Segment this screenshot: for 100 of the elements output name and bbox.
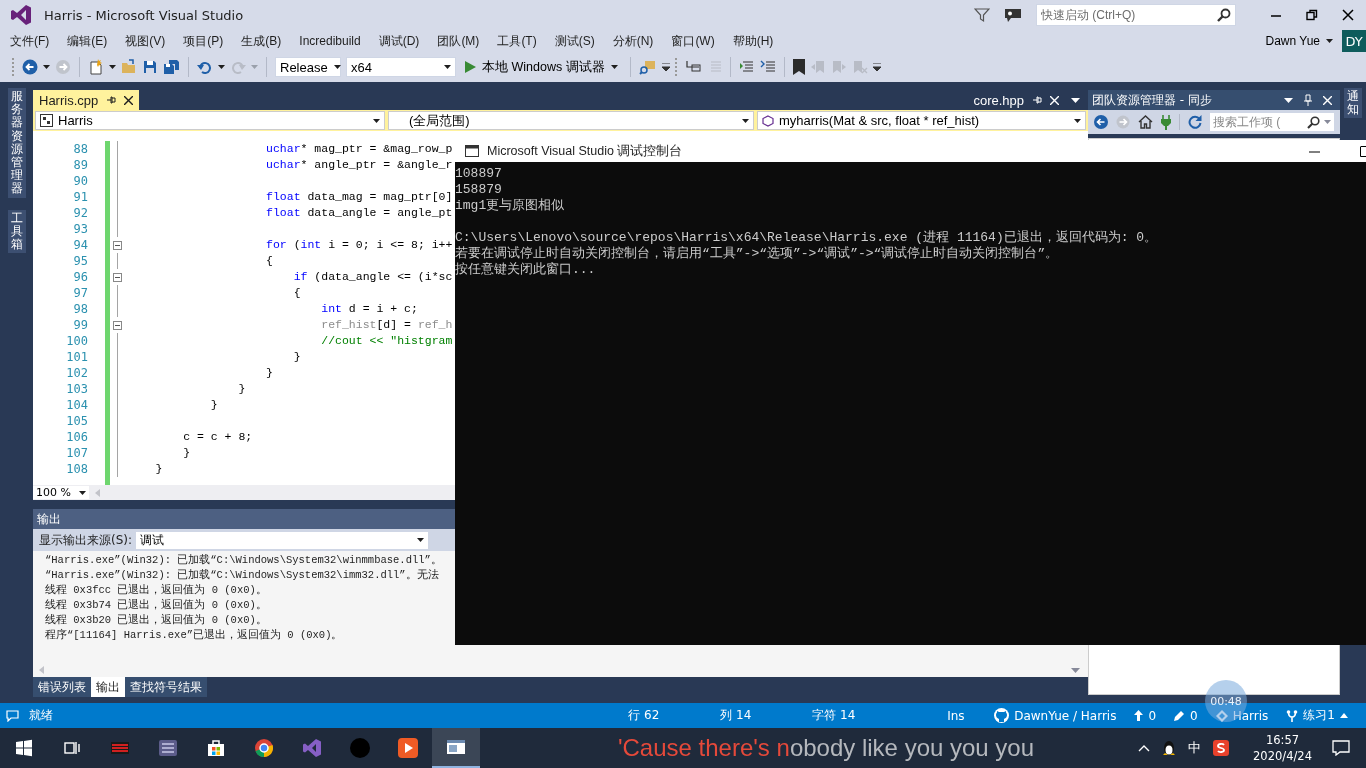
play-app-icon[interactable] [398, 738, 418, 758]
save-icon[interactable] [142, 59, 158, 75]
caret-icon[interactable] [79, 490, 86, 495]
step-icon[interactable] [684, 59, 701, 75]
input-method-icon[interactable] [1213, 740, 1230, 756]
close-icon[interactable] [124, 95, 134, 105]
quick-launch-field[interactable]: 快速启动 (Ctrl+Q) [1036, 4, 1236, 26]
caret-icon[interactable] [417, 538, 425, 542]
clock-date[interactable]: 2020/4/24 [1253, 748, 1312, 764]
member-dropdown[interactable]: myharris(Mat & src, float * ref_hist) [757, 111, 1086, 130]
project-dropdown[interactable]: Harris [35, 111, 385, 130]
browser-icon[interactable] [254, 738, 274, 758]
start-icon[interactable] [14, 738, 34, 758]
status-text: 就绪 [29, 707, 53, 724]
menu-item[interactable]: 项目(P) [183, 32, 224, 50]
configuration-dropdown[interactable]: Release [275, 57, 341, 77]
tab-list-icon[interactable] [1071, 97, 1080, 103]
save-all-icon[interactable] [163, 59, 180, 75]
menu-item[interactable]: 文件(F) [10, 32, 50, 50]
menu-item[interactable]: 编辑(E) [67, 32, 108, 50]
panel-tab[interactable]: 错误列表 [33, 677, 91, 697]
scope-dropdown[interactable]: (全局范围) [388, 111, 754, 130]
search-icon[interactable] [1217, 8, 1231, 22]
notification-icon[interactable] [1332, 740, 1350, 756]
menu-item[interactable]: 帮助(H) [732, 32, 774, 50]
restore-icon[interactable] [1306, 9, 1318, 21]
search-field[interactable]: 搜索工作项 ( [1210, 113, 1334, 131]
back-icon[interactable] [1094, 115, 1108, 129]
pending-changes-button[interactable]: 0 [1174, 708, 1198, 723]
menu-item[interactable]: Incredibuild [299, 34, 361, 48]
close-icon[interactable] [1342, 9, 1354, 21]
chevron-up-icon[interactable] [1138, 744, 1151, 752]
platform-dropdown[interactable]: x64 [346, 57, 456, 77]
repository-button[interactable]: DawnYue / Harris [994, 708, 1117, 723]
input-method-indicator[interactable]: 中 [1188, 739, 1202, 757]
back-icon[interactable] [22, 59, 38, 75]
branch-button[interactable]: 练习1 [1286, 707, 1348, 724]
caret-icon[interactable] [444, 65, 451, 69]
avatar[interactable]: DY [1342, 30, 1366, 52]
store-bag-icon[interactable] [206, 738, 226, 758]
pencil-icon [1174, 710, 1186, 721]
grid-app-icon[interactable] [158, 738, 178, 758]
scroll-down-icon[interactable] [1071, 667, 1080, 673]
side-tab[interactable]: 通知 [1344, 88, 1362, 119]
filter-icon[interactable] [974, 7, 990, 23]
caret-icon[interactable] [218, 65, 225, 69]
caret-icon[interactable] [109, 65, 116, 69]
menu-item[interactable]: 测试(S) [554, 32, 595, 50]
open-folder-icon[interactable] [121, 59, 137, 75]
caret-icon[interactable] [1284, 97, 1293, 103]
menu-item[interactable]: 调试(D) [378, 32, 420, 50]
account-name[interactable]: Dawn Yue [1265, 34, 1320, 48]
find-icon[interactable] [638, 59, 657, 75]
caret-icon[interactable] [610, 65, 618, 69]
start-debugging-button[interactable]: 本地 Windows 调试器 [461, 58, 622, 76]
fold-toggle[interactable] [113, 320, 122, 330]
menu-item[interactable]: 分析(N) [612, 32, 654, 50]
side-tab[interactable]: 工具箱 [7, 209, 26, 254]
source-dropdown[interactable]: 调试 [136, 531, 429, 549]
caret-icon[interactable] [333, 65, 341, 69]
project-button[interactable]: Harris [1215, 708, 1269, 723]
menu-item[interactable]: 团队(M) [437, 32, 480, 50]
panel-tab[interactable]: 查找符号结果 [125, 677, 207, 697]
play-icon [465, 61, 476, 73]
comment-lines-icon[interactable] [738, 59, 755, 75]
unpushed-commits-button[interactable]: 0 [1134, 708, 1157, 723]
penguin-icon[interactable] [1162, 740, 1177, 756]
search-icon[interactable] [1307, 116, 1320, 129]
refresh-icon[interactable] [1188, 115, 1202, 129]
caret-icon[interactable] [742, 118, 749, 123]
menu-item[interactable]: 工具(T) [497, 32, 537, 50]
visual-studio-icon[interactable] [302, 738, 322, 758]
menu-item[interactable]: 生成(B) [241, 32, 282, 50]
caret-icon[interactable] [43, 65, 50, 69]
clock-time[interactable]: 16:57 [1265, 732, 1300, 748]
console-window-icon[interactable] [446, 737, 466, 757]
undo-icon[interactable] [197, 59, 213, 75]
document-tab[interactable]: Harris.cpp [33, 90, 140, 110]
caret-icon[interactable] [1326, 39, 1333, 43]
caret-icon[interactable] [373, 118, 380, 123]
pin-icon[interactable] [106, 95, 117, 105]
fold-toggle[interactable] [113, 240, 122, 250]
side-tab[interactable]: 服务器资源管理器 [7, 88, 26, 198]
output-line: 线程 0x3fcc 已退出，返回值为 0 (0x0)。 [45, 583, 268, 598]
menu-item[interactable]: 窗口(W) [671, 32, 715, 50]
uncomment-lines-icon[interactable] [759, 59, 776, 75]
feedback-icon[interactable] [1004, 7, 1022, 23]
overflow-icon[interactable] [872, 63, 881, 71]
panel-tab[interactable]: 输出 [91, 677, 125, 697]
home-icon[interactable] [1138, 115, 1153, 129]
line-number: 103 [65, 381, 88, 397]
new-project-icon[interactable] [88, 59, 104, 75]
fold-toggle[interactable] [113, 272, 122, 282]
overflow-icon[interactable] [661, 63, 670, 71]
caret-icon[interactable] [1074, 118, 1081, 123]
plug-icon[interactable] [1161, 114, 1171, 130]
zoom-dropdown[interactable]: 100 % [33, 486, 89, 499]
menu-item[interactable]: 视图(V) [125, 32, 166, 50]
maximize-icon[interactable] [1360, 145, 1366, 157]
bookmark-icon[interactable] [792, 59, 805, 75]
